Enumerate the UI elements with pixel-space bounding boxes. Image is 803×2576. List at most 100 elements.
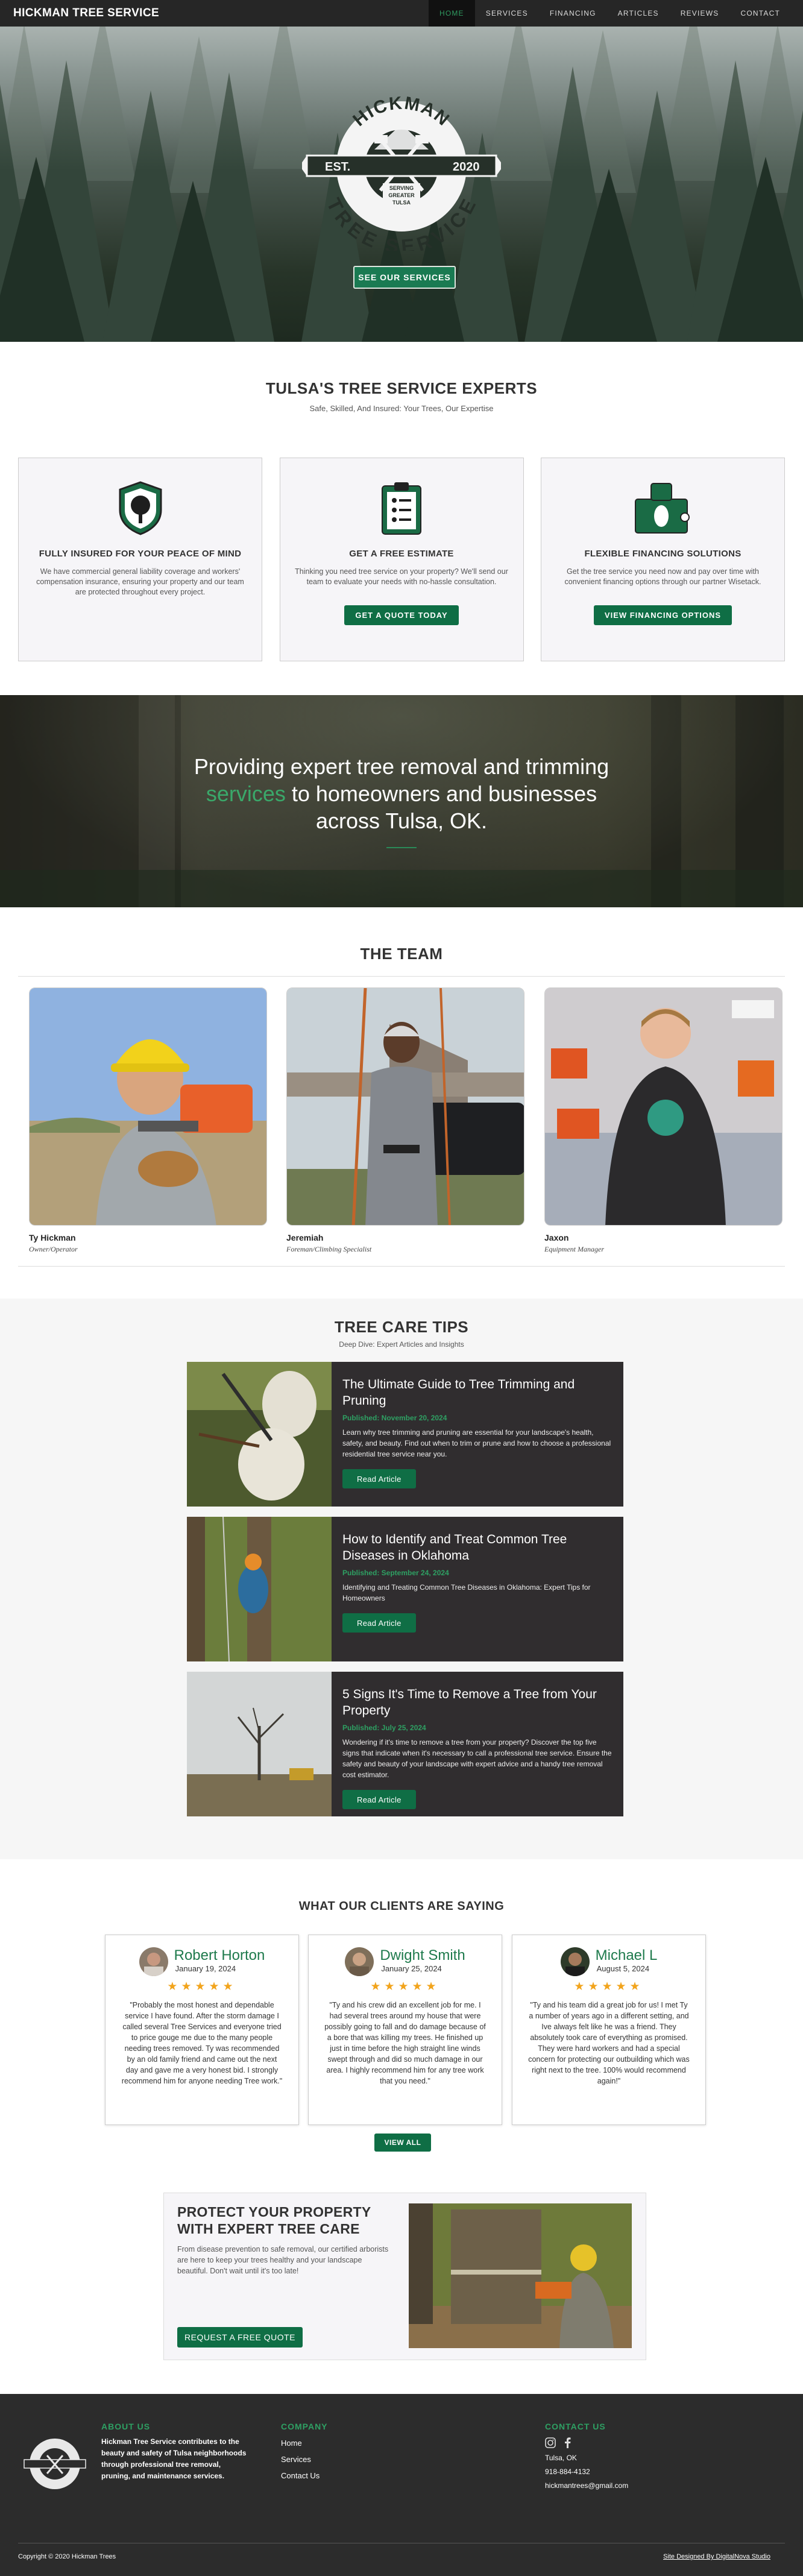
avatar xyxy=(139,1947,168,1976)
article-title-diseases[interactable]: How to Identify and Treat Common Tree Di… xyxy=(342,1531,612,1564)
footer-company: COMPANY Home Services Contact Us xyxy=(281,2422,328,2480)
read-article-button[interactable]: Read Article xyxy=(342,1469,416,1488)
see-our-services-button[interactable]: SEE OUR SERVICES xyxy=(353,266,456,289)
review-author: Dwight Smith xyxy=(380,1947,465,1963)
article-date-remove: Published: July 25, 2024 xyxy=(342,1724,426,1732)
avatar xyxy=(560,1947,590,1976)
experts-section: TULSA'S TREE SERVICE EXPERTS Safe, Skill… xyxy=(0,342,803,695)
footer-contact-title: CONTACT US xyxy=(545,2422,606,2431)
review-author: Robert Horton xyxy=(174,1947,265,1963)
footer-phone[interactable]: 918-884-4132 xyxy=(545,2467,628,2476)
view-financing-button[interactable]: VIEW FINANCING OPTIONS xyxy=(593,605,732,625)
footer-link-home[interactable]: Home xyxy=(281,2439,328,2448)
company-logo: EST. 2020 SERVING GREATER TULSA HICKMAN … xyxy=(302,93,501,251)
cta-box: PROTECT YOUR PROPERTY WITH EXPERT TREE CA… xyxy=(163,2193,646,2360)
article-card-diseases: How to Identify and Treat Common Tree Di… xyxy=(187,1517,623,1661)
nav-home[interactable]: HOME xyxy=(428,0,475,27)
star-rating-icon: ★★★★★ xyxy=(370,1980,440,1993)
footer-email[interactable]: hickmantrees@gmail.com xyxy=(545,2481,628,2490)
footer-contact: CONTACT US Tulsa, OK 918-884-4132 hickma… xyxy=(545,2422,628,2490)
facebook-icon[interactable] xyxy=(563,2437,572,2448)
banner-divider xyxy=(386,847,417,848)
nav-reviews[interactable]: REVIEWS xyxy=(670,0,730,27)
banner-line-3: across Tulsa, OK. xyxy=(315,808,488,833)
article-title-trimming[interactable]: The Ultimate Guide to Tree Trimming and … xyxy=(342,1376,612,1409)
article-image-diseases xyxy=(187,1517,332,1661)
article-title-remove[interactable]: 5 Signs It's Time to Remove a Tree from … xyxy=(342,1686,612,1719)
team-name-jaxon: Jaxon xyxy=(544,1233,569,1242)
cta-title: PROTECT YOUR PROPERTY WITH EXPERT TREE CA… xyxy=(177,2204,371,2237)
experts-subtitle: Safe, Skilled, And Insured: Your Trees, … xyxy=(309,404,494,413)
reviews-title: WHAT OUR CLIENTS ARE SAYING xyxy=(298,1900,505,1913)
site-footer: ABOUT US Hickman Tree Service contribute… xyxy=(0,2394,803,2576)
team-photo-jaxon xyxy=(544,987,783,1226)
banner-highlight: services xyxy=(206,781,286,806)
banner-heading: Providing expert tree removal and trimmi… xyxy=(0,695,803,834)
banner-line-2: to homeowners and businesses xyxy=(291,781,597,806)
team-bottom-divider xyxy=(18,1266,785,1267)
review-text: "Probably the most honest and dependable… xyxy=(121,2001,283,2085)
tips-subtitle: Deep Dive: Expert Articles and Insights xyxy=(339,1340,464,1349)
team-photo-ty xyxy=(29,987,267,1226)
nav-contact[interactable]: CONTACT xyxy=(729,0,791,27)
view-all-reviews-button[interactable]: VIEW ALL xyxy=(374,2134,431,2152)
review-card: Michael L August 5, 2024 ★★★★★ "Ty and h… xyxy=(512,1935,706,2125)
avatar xyxy=(345,1947,374,1976)
reviews-section: WHAT OUR CLIENTS ARE SAYING Robert Horto… xyxy=(0,1859,803,2193)
card-title-insured: FULLY INSURED FOR YOUR PEACE OF MIND xyxy=(39,549,242,559)
review-date: January 25, 2024 xyxy=(381,1964,442,1973)
nav-articles[interactable]: ARTICLES xyxy=(607,0,670,27)
hero-section: EST. 2020 SERVING GREATER TULSA HICKMAN … xyxy=(0,0,803,342)
team-top-divider xyxy=(18,976,785,977)
team-name-ty: Ty Hickman xyxy=(29,1233,76,1242)
clipboard-icon xyxy=(382,482,421,535)
team-member-jeremiah: Jeremiah Foreman/Climbing Specialist xyxy=(286,987,524,1254)
article-excerpt-diseases: Identifying and Treating Common Tree Dis… xyxy=(342,1583,591,1602)
nav-services[interactable]: SERVICES xyxy=(475,0,539,27)
article-excerpt-trimming: Learn why tree trimming and pruning are … xyxy=(342,1428,611,1458)
star-rating-icon: ★★★★★ xyxy=(574,1980,644,1993)
article-card-remove: 5 Signs It's Time to Remove a Tree from … xyxy=(187,1672,623,1816)
footer-link-contact[interactable]: Contact Us xyxy=(281,2471,328,2480)
money-icon xyxy=(634,483,690,534)
footer-about-title: ABOUT US xyxy=(101,2422,151,2431)
card-text-estimate: Thinking you need tree service on your p… xyxy=(295,567,508,586)
experts-title: TULSA'S TREE SERVICE EXPERTS xyxy=(265,379,538,397)
feature-card-estimate: GET A FREE ESTIMATE Thinking you need tr… xyxy=(279,458,524,661)
review-date: January 19, 2024 xyxy=(175,1964,236,1973)
shield-tree-icon xyxy=(119,481,162,535)
cta-text: From disease prevention to safe removal,… xyxy=(177,2245,389,2275)
logo-ribbon-2: GREATER xyxy=(388,192,415,198)
logo-ribbon-1: SERVING xyxy=(389,185,414,191)
nav-financing[interactable]: FINANCING xyxy=(539,0,607,27)
nav-menu: HOME SERVICES FINANCING ARTICLES REVIEWS… xyxy=(428,0,803,27)
team-member-ty: Ty Hickman Owner/Operator xyxy=(29,987,267,1254)
read-article-button[interactable]: Read Article xyxy=(342,1790,416,1809)
review-text: "Ty and his crew did an excellent job fo… xyxy=(324,2001,486,2085)
cta-section: PROTECT YOUR PROPERTY WITH EXPERT TREE CA… xyxy=(0,2193,803,2394)
read-article-button[interactable]: Read Article xyxy=(342,1613,416,1633)
review-card: Robert Horton January 19, 2024 ★★★★★ "Pr… xyxy=(105,1935,299,2125)
card-title-estimate: GET A FREE ESTIMATE xyxy=(349,549,454,559)
footer-company-title: COMPANY xyxy=(281,2422,328,2431)
banner-line-1: Providing expert tree removal and trimmi… xyxy=(194,754,609,779)
card-text-financing: Get the tree service you need now and pa… xyxy=(564,567,761,586)
instagram-icon[interactable] xyxy=(545,2437,556,2448)
review-date: August 5, 2024 xyxy=(596,1964,650,1973)
footer-about-text: Hickman Tree Service contributes to the … xyxy=(101,2437,247,2480)
top-navbar: HICKMAN TREE SERVICE HOME SERVICES FINAN… xyxy=(0,0,803,27)
logo-year-text: 2020 xyxy=(453,160,480,174)
footer-link-services[interactable]: Services xyxy=(281,2455,328,2464)
card-title-financing: FLEXIBLE FINANCING SOLUTIONS xyxy=(584,549,742,559)
footer-city: Tulsa, OK xyxy=(545,2454,577,2462)
article-excerpt-remove: Wondering if it's time to remove a tree … xyxy=(342,1738,612,1779)
request-free-quote-button[interactable]: REQUEST A FREE QUOTE xyxy=(177,2327,303,2348)
get-a-quote-button[interactable]: GET A QUOTE TODAY xyxy=(344,605,459,625)
designer-credit-link[interactable]: Site Designed By DigitalNova Studio xyxy=(663,2553,770,2560)
site-brand[interactable]: HICKMAN TREE SERVICE xyxy=(0,7,159,20)
team-name-jeremiah: Jeremiah xyxy=(286,1233,324,1242)
team-role-jaxon: Equipment Manager xyxy=(544,1245,604,1253)
cta-image xyxy=(409,2203,632,2348)
mission-banner: Providing expert tree removal and trimmi… xyxy=(0,695,803,907)
logo-est-text: EST. xyxy=(325,160,350,174)
